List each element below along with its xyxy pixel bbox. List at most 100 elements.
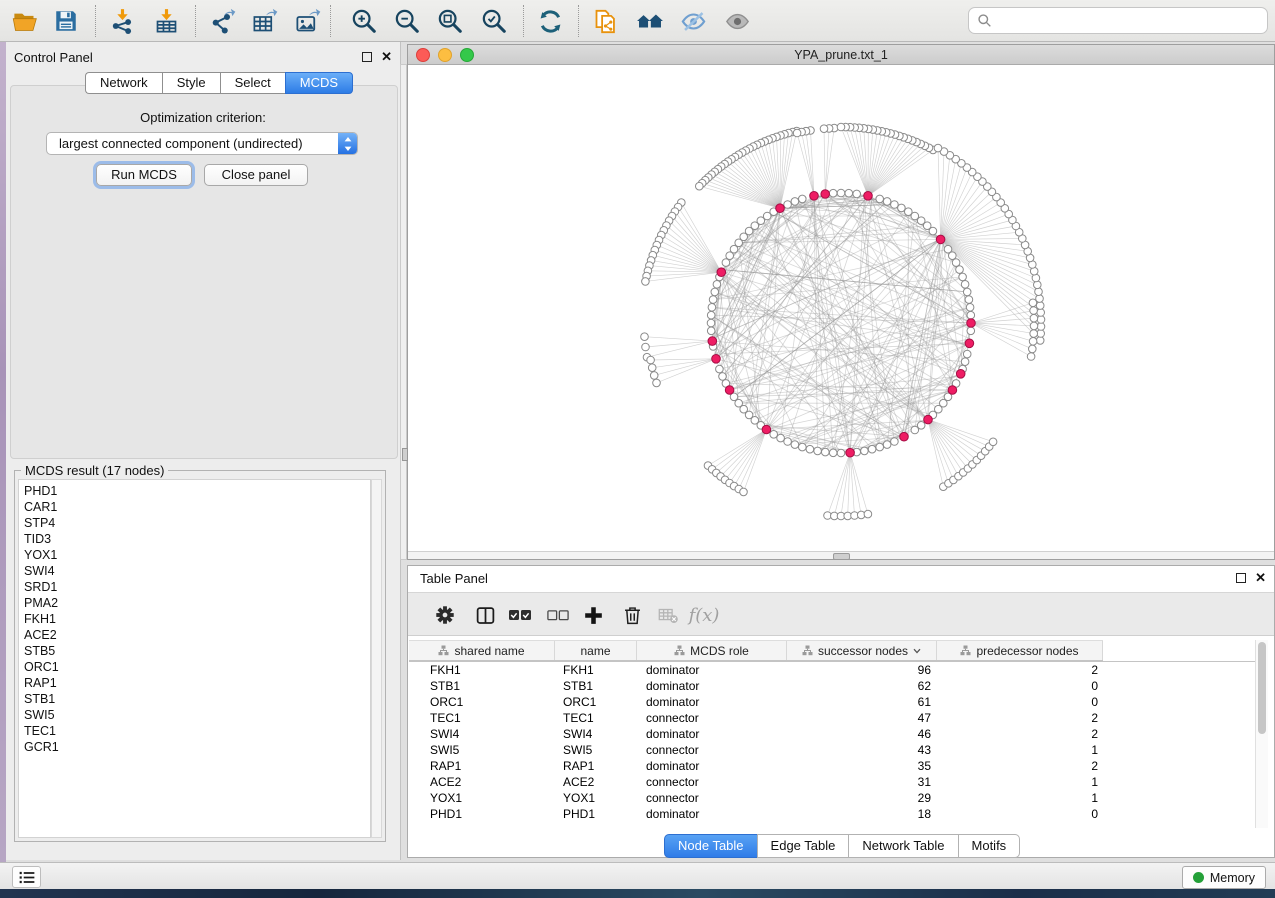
import-network-icon[interactable] [106,5,138,37]
table-panel-tabs: Node Table Edge Table Network Table Moti… [664,834,1020,856]
node-table: shared name name MCDS role [409,640,1265,822]
optimization-criterion-label: Optimization criterion: [6,110,400,125]
mcds-result-node[interactable]: CAR1 [24,499,370,515]
network-window-titlebar[interactable]: YPA_prune.txt_1 [408,45,1274,65]
export-image-icon[interactable] [291,5,323,37]
table-panel: Table Panel ✕ [407,565,1275,858]
mcds-result-node[interactable]: YOX1 [24,547,370,563]
mcds-result-node[interactable]: SWI5 [24,707,370,723]
table-row[interactable]: YOX1 YOX1 connector 29 1 [409,790,1265,806]
hide-selected-icon[interactable] [677,5,709,37]
shared-column-icon [674,645,685,656]
tab-select[interactable]: Select [220,72,285,94]
close-panel-button[interactable]: Close panel [204,164,308,186]
close-panel-icon[interactable]: ✕ [1255,573,1266,583]
show-all-icon[interactable] [721,5,753,37]
zoom-fit-icon[interactable] [434,5,466,37]
open-file-icon[interactable] [8,5,40,37]
first-neighbors-icon[interactable] [634,5,666,37]
table-row[interactable]: TEC1 TEC1 connector 47 2 [409,710,1265,726]
control-panel: Control Panel ✕ Network Style Select MCD… [6,42,401,860]
mcds-result-node[interactable]: ORC1 [24,659,370,675]
mcds-result-node[interactable]: SWI4 [24,563,370,579]
close-panel-icon[interactable]: ✕ [381,52,392,62]
network-vertical-scrollbar[interactable] [400,64,407,560]
float-panel-icon[interactable] [362,52,372,62]
zoom-selected-icon[interactable] [478,5,510,37]
mcds-result-node[interactable]: RAP1 [24,675,370,691]
tab-node-table[interactable]: Node Table [664,834,757,858]
search-input[interactable] [998,12,1259,29]
column-selector-icon[interactable] [470,600,500,630]
delete-column-icon[interactable] [617,600,647,630]
tab-style[interactable]: Style [162,72,220,94]
table-toolbar: f(x) [408,592,1274,636]
save-session-icon[interactable] [50,5,82,37]
export-network-icon[interactable] [206,5,238,37]
memory-button[interactable]: Memory [1182,866,1266,889]
add-column-icon[interactable] [578,600,608,630]
mcds-result-node[interactable]: STB1 [24,691,370,707]
tab-motifs[interactable]: Motifs [958,834,1021,858]
export-table-icon[interactable] [248,5,280,37]
task-history-button[interactable] [12,866,41,888]
mcds-result-group: MCDS result (17 nodes) PHD1CAR1STP4TID3Y… [14,470,386,842]
column-header[interactable]: predecessor nodes [937,641,1103,660]
shared-column-icon [802,645,813,656]
mcds-result-node[interactable]: STP4 [24,515,370,531]
column-header[interactable]: shared name [409,641,555,660]
table-scrollbar[interactable] [1255,640,1268,828]
mcds-result-node[interactable]: PMA2 [24,595,370,611]
network-graph-canvas[interactable] [408,65,1274,551]
table-row[interactable]: SWI5 SWI5 connector 43 1 [409,742,1265,758]
select-all-icon[interactable] [505,600,535,630]
mcds-result-node[interactable]: STB5 [24,643,370,659]
mcds-result-node[interactable]: GCR1 [24,739,370,755]
float-panel-icon[interactable] [1236,573,1246,583]
table-row[interactable]: STB1 STB1 dominator 62 0 [409,678,1265,694]
mcds-result-list[interactable]: PHD1CAR1STP4TID3YOX1SWI4SRD1PMA2FKH1ACE2… [18,479,371,838]
search-box[interactable] [968,7,1268,34]
toolbar-separator [523,5,524,37]
tab-edge-table[interactable]: Edge Table [757,834,849,858]
run-mcds-button[interactable]: Run MCDS [96,164,192,186]
network-view-window: YPA_prune.txt_1 [407,44,1275,560]
network-horizontal-scrollbar[interactable] [408,551,1274,559]
mcds-result-node[interactable]: ACE2 [24,627,370,643]
table-row[interactable]: PHD1 PHD1 dominator 18 0 [409,806,1265,822]
network-vscroll-thumb[interactable] [402,448,408,461]
mcds-result-node[interactable]: TEC1 [24,723,370,739]
table-row[interactable]: ACE2 ACE2 connector 31 1 [409,774,1265,790]
mcds-list-scrollbar[interactable] [371,479,382,838]
cytoscape-window: Control Panel ✕ Network Style Select MCD… [0,0,1275,898]
table-scroll-thumb[interactable] [1258,642,1266,734]
deselect-all-icon[interactable] [543,600,573,630]
table-row[interactable]: RAP1 RAP1 dominator 35 2 [409,758,1265,774]
import-table-icon[interactable] [150,5,182,37]
zoom-in-icon[interactable] [348,5,380,37]
toolbar-separator [330,5,331,37]
mcds-result-node[interactable]: SRD1 [24,579,370,595]
network-hscroll-thumb[interactable] [833,553,850,560]
search-icon [977,13,992,28]
tab-mcds[interactable]: MCDS [285,72,353,94]
mcds-result-node[interactable]: PHD1 [24,483,370,499]
table-body: FKH1 FKH1 dominator 96 2 STB1 STB1 domin… [409,662,1265,822]
tab-network-table[interactable]: Network Table [848,834,957,858]
mcds-result-node[interactable]: FKH1 [24,611,370,627]
table-row[interactable]: ORC1 ORC1 dominator 61 0 [409,694,1265,710]
column-header[interactable]: successor nodes [787,641,937,660]
network-window-title: YPA_prune.txt_1 [408,48,1274,62]
refresh-view-icon[interactable] [534,5,566,37]
mcds-result-node[interactable]: TID3 [24,531,370,547]
column-header[interactable]: name [555,641,637,660]
table-row[interactable]: FKH1 FKH1 dominator 96 2 [409,662,1265,678]
clone-network-icon[interactable] [589,5,621,37]
attribute-options-icon[interactable] [430,600,460,630]
criterion-dropdown[interactable]: largest connected component (undirected) [46,132,358,155]
table-row[interactable]: SWI4 SWI4 dominator 46 2 [409,726,1265,742]
zoom-out-icon[interactable] [391,5,423,37]
control-panel-tabs: Network Style Select MCDS [85,72,353,92]
tab-network[interactable]: Network [85,72,162,94]
column-header[interactable]: MCDS role [637,641,787,660]
